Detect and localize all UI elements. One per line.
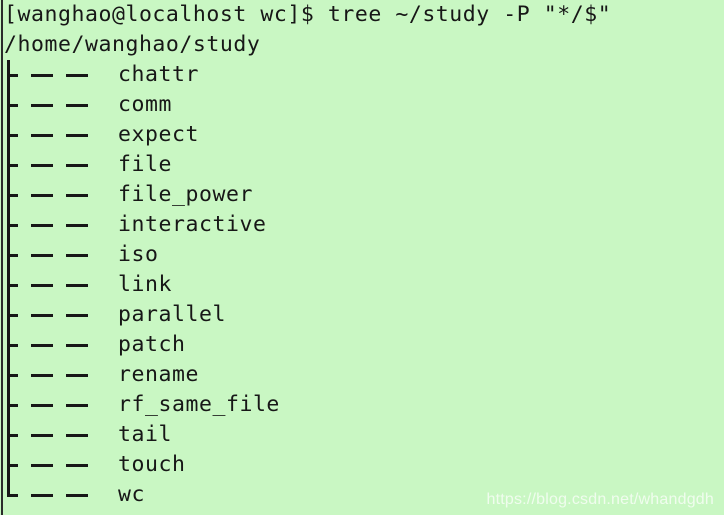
tree-entry: interactive [4,210,724,240]
tree-tee-icon [4,450,118,480]
tree-glyph-part-dash2 [66,344,88,347]
tree-entry-name: comm [118,92,172,117]
tree-entry-name: expect [118,122,199,147]
tree-glyph-part-tick [7,434,18,437]
tree-entry-name: iso [118,242,159,267]
tree-glyph-part-tick [7,494,18,497]
tree-glyph-part-tick [7,254,18,257]
tree-glyph-part-dash1 [31,194,53,197]
tree-tee-icon [4,210,118,240]
tree-entry-name: parallel [118,302,226,327]
terminal-screen: [wanghao@localhost wc]$ tree ~/study -P … [4,0,724,510]
tree-glyph-part-dash1 [31,254,53,257]
tree-glyph-part-tick [7,314,18,317]
tree-glyph-part-dash1 [31,104,53,107]
tree-entry: expect [4,120,724,150]
tree-entry-name: rename [118,362,199,387]
tree-tee-icon [4,60,118,90]
tree-entry-name: link [118,272,172,297]
tree-entry: file_power [4,180,724,210]
tree-glyph-part-dash1 [31,434,53,437]
tree-glyph-part-dash1 [31,314,53,317]
tree-entry-name: chattr [118,62,199,87]
tree-entry: file [4,150,724,180]
tree-entry: wc [4,480,724,510]
terminal-window[interactable]: [wanghao@localhost wc]$ tree ~/study -P … [0,0,724,515]
tree-glyph-part-tick [7,194,18,197]
tree-tee-icon [4,180,118,210]
tree-glyph-part-tick [7,134,18,137]
tree-glyph-part-dash2 [66,464,88,467]
tree-tee-icon [4,360,118,390]
tree-glyph-part-dash1 [31,284,53,287]
tree-glyph-part-tick [7,74,18,77]
tree-glyph-part-tick [7,224,18,227]
tree-tee-icon [4,150,118,180]
tree-glyph-part-dash2 [66,434,88,437]
shell-prompt-line: [wanghao@localhost wc]$ tree ~/study -P … [4,2,612,27]
tree-entry-name: interactive [118,212,267,237]
tree-entry-name: file_power [118,182,253,207]
tree-glyph-part-dash2 [66,104,88,107]
tree-glyph-part-dash2 [66,194,88,197]
tree-entry: patch [4,330,724,360]
tree-glyph-part-dash2 [66,374,88,377]
tree-entry: link [4,270,724,300]
tree-glyph-part-dash1 [31,464,53,467]
tree-entry-name: wc [118,482,145,507]
tree-entry: chattr [4,60,724,90]
tree-glyph-part-tick [7,374,18,377]
tree-tee-icon [4,420,118,450]
tree-tee-icon [4,390,118,420]
tree-entry: touch [4,450,724,480]
tree-glyph-part-dash2 [66,134,88,137]
tree-tee-icon [4,90,118,120]
tree-root-path: /home/wanghao/study [4,32,261,57]
tree-glyph-part-tick [7,284,18,287]
tree-entry-name: patch [118,332,186,357]
tree-corner-icon [4,480,118,510]
tree-glyph-part-dash1 [31,164,53,167]
tree-glyph-part-tick [7,344,18,347]
tree-tee-icon [4,330,118,360]
tree-entry: iso [4,240,724,270]
tree-entry-name: tail [118,422,172,447]
tree-glyph-part-dash2 [66,494,88,497]
tree-entry: rf_same_file [4,390,724,420]
tree-glyph-part-dash1 [31,134,53,137]
tree-glyph-part-dash2 [66,404,88,407]
tree-glyph-part-dash1 [31,494,53,497]
tree-glyph-part-dash1 [31,404,53,407]
tree-entry: rename [4,360,724,390]
tree-glyph-part-dash2 [66,284,88,287]
tree-entry: parallel [4,300,724,330]
tree-entry-name: touch [118,452,186,477]
tree-entry-name: file [118,152,172,177]
tree-tee-icon [4,300,118,330]
tree-tee-icon [4,120,118,150]
tree-glyph-part-dash2 [66,164,88,167]
tree-glyph-part-dash2 [66,224,88,227]
tree-glyph-part-dash1 [31,374,53,377]
tree-glyph-part-dash2 [66,314,88,317]
tree-glyph-part-dash2 [66,254,88,257]
tree-entry-name: rf_same_file [118,392,280,417]
tree-glyph-part-dash1 [31,224,53,227]
tree-output-list: chattr comm expect file file_power interactiv… [4,60,724,510]
tree-glyph-part-dash1 [31,74,53,77]
tree-tee-icon [4,240,118,270]
tree-entry: comm [4,90,724,120]
tree-glyph-part-tick [7,104,18,107]
tree-glyph-part-tick [7,464,18,467]
tree-tee-icon [4,270,118,300]
tree-glyph-part-tick [7,164,18,167]
tree-glyph-part-dash2 [66,74,88,77]
tree-glyph-part-dash1 [31,344,53,347]
tree-glyph-part-tick [7,404,18,407]
tree-entry: tail [4,420,724,450]
